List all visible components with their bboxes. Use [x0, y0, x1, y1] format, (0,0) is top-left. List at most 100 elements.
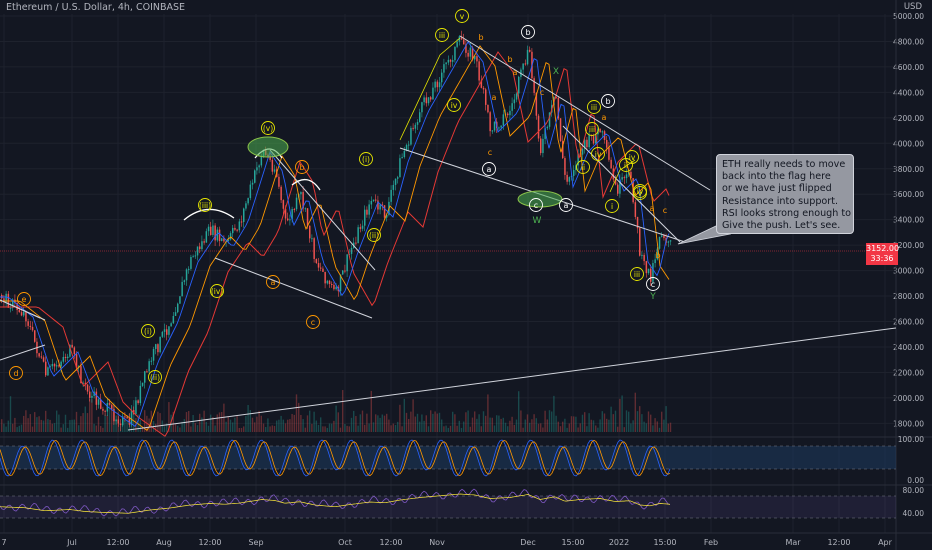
wave-label-orange: e [22, 295, 27, 304]
volume-bar [133, 400, 135, 432]
price-chart[interactable]: 5000.00 4800.00 4600.00 4400.00 4200.00 4000.… [0, 0, 932, 550]
volume-bar [625, 410, 628, 432]
volume-bar [460, 427, 463, 432]
volume-bar [623, 427, 625, 432]
candle-body [300, 192, 302, 195]
candle-body [469, 47, 472, 57]
volume-bar [95, 425, 97, 432]
candle-body [236, 229, 238, 231]
volume-bar [282, 419, 284, 432]
volume-bar [463, 421, 465, 432]
volume-bar [390, 425, 392, 432]
candle-body [108, 402, 111, 405]
volume-bar [445, 425, 447, 432]
time-axis-label: 2022 [609, 538, 629, 547]
candle-body [60, 361, 62, 367]
volume-bar [361, 410, 364, 432]
volume-bar [430, 410, 432, 432]
annotation-line: Resistance into support. [722, 195, 839, 207]
price-axis-label: 1800.00 [893, 419, 924, 428]
rsi-axis-label: 80.00 [903, 486, 925, 495]
volume-bar [370, 390, 372, 432]
volume-bar [64, 414, 67, 432]
candle-body [333, 284, 335, 290]
volume-bar [427, 426, 430, 432]
wave-label-white: a [564, 201, 569, 210]
wave-label-white: b [525, 28, 530, 37]
volume-bar [100, 426, 102, 432]
candle-body [192, 256, 194, 258]
volume-bar [337, 412, 339, 432]
volume-bar [262, 423, 265, 432]
volume-bar [23, 415, 25, 432]
candle-body [53, 364, 56, 367]
volume-bar [555, 415, 557, 432]
volume-bar [199, 413, 201, 432]
volume-bar [449, 425, 452, 432]
volume-bar [60, 427, 62, 432]
volume-bar [551, 411, 553, 432]
oscillator-axis-label: 100.00 [898, 435, 924, 444]
candle-body [71, 344, 73, 348]
candle-body [663, 235, 665, 238]
volume-bar [25, 410, 27, 432]
volume-bar [207, 425, 210, 432]
candle-body [625, 174, 628, 179]
annotation-callout[interactable]: ETH really needs to move back into the f… [716, 154, 854, 234]
candle-body [38, 353, 40, 357]
price-axis-label: 3400.00 [893, 216, 924, 225]
volume-bar [476, 418, 478, 432]
candle-body [639, 228, 641, 256]
price-axis-label: 2200.00 [893, 368, 924, 377]
time-axis-label: 12:00 [198, 538, 221, 547]
candle-body [355, 242, 357, 244]
volume-bar [177, 425, 179, 432]
candle-body [643, 254, 645, 262]
candle-body [29, 325, 32, 327]
candle-body [410, 127, 412, 145]
volume-bar [40, 419, 42, 432]
volume-bar [269, 426, 271, 432]
candle-body [350, 247, 353, 254]
volume-bar [443, 426, 445, 432]
candle-body [586, 139, 588, 148]
volume-bar [3, 423, 5, 432]
candle-body [201, 241, 203, 250]
candle-body [126, 416, 128, 419]
volume-bar [498, 415, 500, 432]
volume-bar [513, 424, 515, 432]
currency-label[interactable]: USD [904, 2, 922, 12]
candle-body [203, 241, 205, 243]
time-axis-label: 7 [1, 538, 6, 547]
volume-bar [474, 411, 476, 432]
candle-body [375, 199, 377, 201]
wave-label-yellow: iii [591, 103, 597, 112]
candle-body [511, 103, 513, 111]
candle-body [438, 82, 441, 88]
volume-bar [432, 413, 434, 432]
candle-body [183, 280, 186, 282]
candle-body [485, 89, 487, 105]
candle-body [177, 303, 179, 313]
candle-body [295, 197, 298, 210]
candle-body [661, 235, 663, 237]
volume-bar [630, 423, 632, 432]
candle-body [454, 46, 456, 61]
volume-bar [357, 425, 359, 432]
candle-body [73, 347, 76, 355]
volume-bar [570, 416, 573, 432]
candle-body [322, 268, 324, 272]
volume-bar [403, 398, 405, 432]
volume-bar [49, 419, 51, 432]
volume-bar [597, 427, 599, 432]
candle-body [240, 221, 243, 223]
volume-bar [665, 406, 667, 432]
highlight-ellipse [247, 136, 289, 158]
candle-body [392, 184, 395, 190]
candle-body [513, 99, 516, 104]
volume-bar [368, 423, 370, 432]
volume-bar [577, 427, 579, 432]
volume-bar [621, 395, 623, 432]
chart-title[interactable]: Ethereum / U.S. Dollar, 4h, COINBASE [6, 2, 185, 13]
wave-label-orange: c [663, 206, 667, 215]
